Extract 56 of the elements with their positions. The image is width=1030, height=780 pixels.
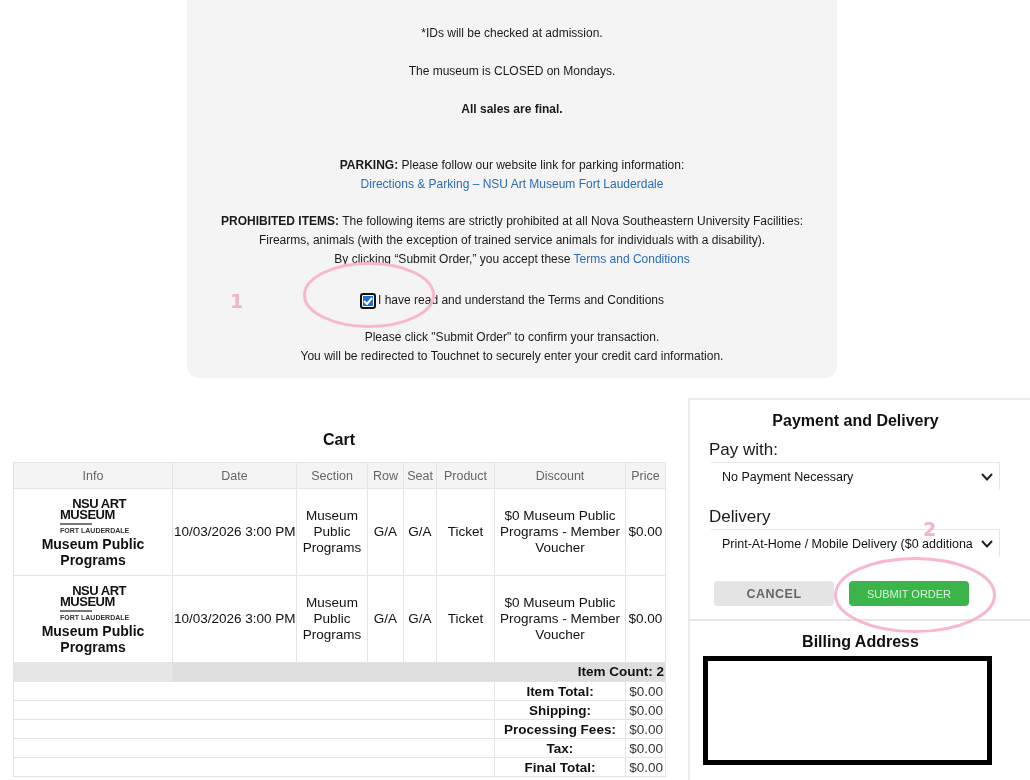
column-header: Section bbox=[296, 462, 368, 489]
table-cell: 10/03/2026 3:00 PM bbox=[172, 575, 297, 663]
field-label: Delivery bbox=[709, 507, 772, 527]
total-value: $0.00 bbox=[625, 681, 666, 701]
panel-title: Billing Address bbox=[801, 632, 920, 652]
total-label: Tax: bbox=[494, 738, 626, 758]
total-value: $0.00 bbox=[625, 757, 666, 777]
table-cell: Ticket bbox=[436, 575, 495, 663]
cancel-button[interactable]: CANCEL bbox=[714, 581, 834, 606]
agree-checkbox[interactable] bbox=[360, 292, 376, 309]
notice-text: The museum is CLOSED on Mondays. bbox=[407, 63, 617, 80]
table-cell: Museum Public Programs bbox=[296, 488, 368, 576]
table-cell: Ticket bbox=[436, 488, 495, 576]
instruction-text: Please click "Submit Order" to confirm your transaction. bbox=[363, 329, 661, 346]
total-label: Processing Fees: bbox=[494, 719, 626, 739]
table-cell: $0 Museum Public Programs - Member Voucher bbox=[494, 575, 626, 663]
table-cell: G/A bbox=[367, 575, 404, 663]
terms-link[interactable]: Terms and Conditions bbox=[573, 252, 690, 266]
table-cell: G/A bbox=[367, 488, 404, 576]
column-header: Discount bbox=[494, 462, 626, 489]
event-name: Museum Public Programs bbox=[40, 536, 146, 568]
total-label: Shipping: bbox=[494, 700, 626, 720]
accept-note: By clicking “Submit Order,” you accept these Terms and Conditions bbox=[333, 251, 691, 268]
checkmark-icon bbox=[363, 296, 373, 305]
table-cell: $0 Museum Public Programs - Member Voucher bbox=[494, 488, 626, 576]
parking-link[interactable]: Directions & Parking – NSU Art Museum Fort Lauderdale bbox=[360, 177, 664, 191]
column-header: Seat bbox=[403, 462, 437, 489]
column-header: Row bbox=[367, 462, 404, 489]
column-header: Date bbox=[172, 462, 297, 489]
dropdown[interactable]: No Payment Necessary bbox=[711, 462, 1000, 490]
parking-note: PARKING: Please follow our website link for parking information: Directions & Parking – NSU Art Museum Fort Lauderdale bbox=[338, 157, 686, 193]
notice-text: All sales are final. bbox=[460, 101, 564, 118]
notice-text: *IDs will be checked at admission. bbox=[420, 25, 604, 42]
table-cell: Museum Public Programs bbox=[296, 575, 368, 663]
table-cell: $0.00 bbox=[625, 488, 666, 576]
table-cell: $0.00 bbox=[625, 575, 666, 663]
panel-title: Payment and Delivery bbox=[771, 411, 940, 431]
prohibited-note: PROHIBITED ITEMS: The following items are strictly prohibited at all Nova Southeastern University Facilities: Firearms, animals (with the exception of trained service animals for individuals with a disability). bbox=[220, 213, 804, 249]
total-value: $0.00 bbox=[625, 719, 666, 739]
table-cell: 10/03/2026 3:00 PM bbox=[172, 488, 297, 576]
column-header: Product bbox=[436, 462, 495, 489]
field-label: Pay with: bbox=[709, 440, 779, 460]
cart-title: Cart bbox=[322, 430, 356, 450]
table-cell: G/A bbox=[403, 488, 437, 576]
chevron-down-icon bbox=[981, 539, 993, 548]
chevron-down-icon bbox=[981, 472, 993, 481]
total-value: $0.00 bbox=[625, 700, 666, 720]
total-label: Final Total: bbox=[494, 757, 626, 777]
column-header: Price bbox=[625, 462, 666, 489]
annotation-number: 1 bbox=[230, 289, 244, 312]
table-cell: G/A bbox=[403, 575, 437, 663]
column-header: Info bbox=[13, 462, 173, 489]
event-name: Museum Public Programs bbox=[40, 623, 146, 655]
total-value: $0.00 bbox=[625, 738, 666, 758]
total-label: Item Total: bbox=[494, 681, 626, 701]
instruction-text: You will be redirected to Touchnet to securely enter your credit card information. bbox=[299, 348, 725, 365]
